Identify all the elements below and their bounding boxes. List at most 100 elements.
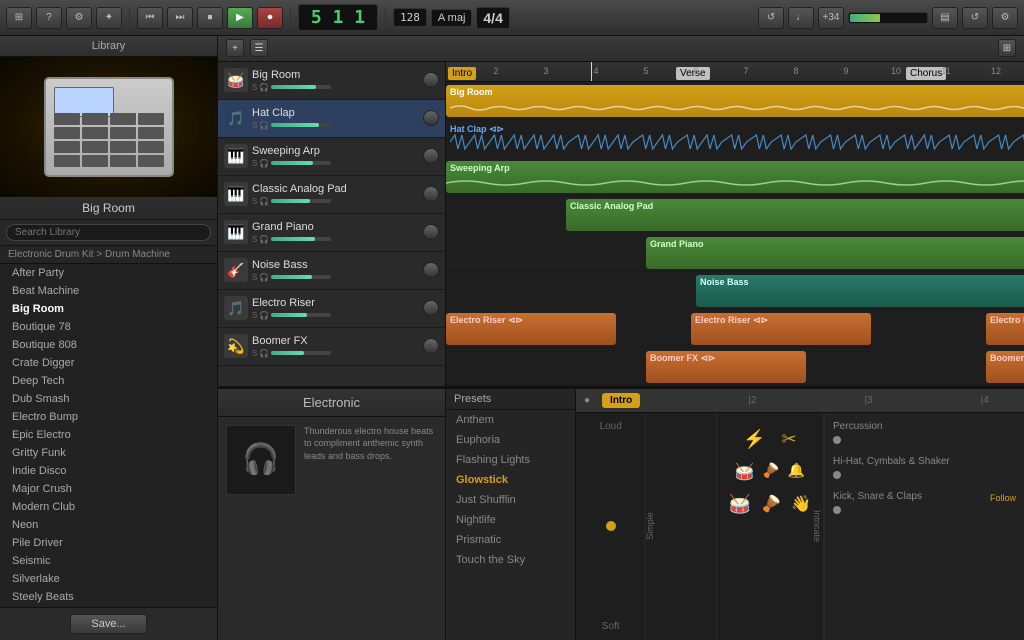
library-item[interactable]: Deep Tech xyxy=(0,372,217,390)
library-item[interactable]: Modern Club xyxy=(0,498,217,516)
track-headphone-icon-3[interactable]: 🎧 xyxy=(259,159,269,168)
arr-clip-electroriser-3[interactable]: Electro Riser ⊲⊳ xyxy=(986,313,1024,345)
track-row-noisebass[interactable]: 🎸 Noise Bass S 🎧 xyxy=(218,252,445,290)
beat-icon-maraca[interactable]: 🪘 xyxy=(762,462,779,482)
track-headphone-icon[interactable]: 🎧 xyxy=(259,83,269,92)
track-fader-electroriser[interactable] xyxy=(271,313,331,317)
arr-clip-sweepingarp-main[interactable]: Sweeping Arp xyxy=(446,161,1024,193)
stop-btn[interactable]: ⏹ xyxy=(197,7,223,29)
library-item[interactable]: Major Crush xyxy=(0,480,217,498)
library-item[interactable]: Steely Beats xyxy=(0,588,217,606)
arr-clip-electroriser-1[interactable]: Electro Riser ⊲⊳ xyxy=(446,313,616,345)
record-btn[interactable]: ⏺ xyxy=(257,7,283,29)
arr-clip-hatclap-main[interactable] xyxy=(446,123,1024,155)
library-item[interactable]: Neon xyxy=(0,516,217,534)
arr-clip-bigroom-main[interactable]: Big Room xyxy=(446,85,1024,117)
track-mute-icon-8[interactable]: S xyxy=(252,349,257,358)
track-knob-noisebass[interactable] xyxy=(423,262,439,278)
track-mute-icon[interactable]: S xyxy=(252,83,257,92)
library-item[interactable]: Indie Disco xyxy=(0,462,217,480)
plugin-btn[interactable]: ⚙ xyxy=(992,7,1018,29)
track-row-grandpiano[interactable]: 🎹 Grand Piano S 🎧 xyxy=(218,214,445,252)
track-options-btn[interactable]: ☰ xyxy=(250,39,268,57)
preset-prismatic[interactable]: Prismatic xyxy=(446,530,575,550)
track-knob-boomerfx[interactable] xyxy=(423,338,439,354)
track-knob-hatclap[interactable] xyxy=(423,110,439,126)
library-item[interactable]: Dub Smash xyxy=(0,390,217,408)
arr-clip-noisebass-main[interactable]: Noise Bass xyxy=(696,275,1024,307)
track-fader-sweepingarp[interactable] xyxy=(271,161,331,165)
library-item[interactable]: Seismic xyxy=(0,552,217,570)
key-display[interactable]: A maj xyxy=(431,9,473,27)
library-item[interactable]: Boutique 78 xyxy=(0,318,217,336)
rewind-btn[interactable]: ⏮ xyxy=(137,7,163,29)
toolbar-help-btn[interactable]: ? xyxy=(36,7,62,29)
track-headphone-icon-8[interactable]: 🎧 xyxy=(259,349,269,358)
arr-clip-electroriser-2[interactable]: Electro Riser ⊲⊳ xyxy=(691,313,871,345)
track-mute-icon-5[interactable]: S xyxy=(252,235,257,244)
library-item[interactable]: Epic Electro xyxy=(0,426,217,444)
track-fader-noisebass[interactable] xyxy=(271,275,331,279)
track-fader-bigroom[interactable] xyxy=(271,85,331,89)
track-row-hatclap[interactable]: 🎵 Hat Clap S 🎧 xyxy=(218,100,445,138)
beat-icon-lightning[interactable]: ⚡ xyxy=(743,429,765,450)
metronome-btn[interactable]: ♩ xyxy=(788,7,814,29)
track-headphone-icon-2[interactable]: 🎧 xyxy=(259,121,269,130)
beat-icon-bell[interactable]: 🔔 xyxy=(788,462,805,482)
time-sig-display[interactable]: 4/4 xyxy=(476,7,509,29)
track-headphone-icon-7[interactable]: 🎧 xyxy=(259,311,269,320)
library-item[interactable]: Boutique 808 xyxy=(0,336,217,354)
beat-icon-drum1[interactable]: 🥁 xyxy=(734,462,754,482)
library-item[interactable]: Silverlake xyxy=(0,570,217,588)
library-item-bigroom[interactable]: Big Room xyxy=(0,300,217,318)
bpm-display[interactable]: 128 xyxy=(393,8,427,27)
track-mute-icon-2[interactable]: S xyxy=(252,121,257,130)
beat-icon-snare[interactable]: 🪘 xyxy=(761,494,781,515)
search-input[interactable] xyxy=(6,224,211,241)
cycle-btn[interactable]: ↺ xyxy=(758,7,784,29)
play-btn[interactable]: ▶ xyxy=(227,7,253,29)
undo-btn[interactable]: ↺ xyxy=(962,7,988,29)
preset-touchthesky[interactable]: Touch the Sky xyxy=(446,550,575,570)
track-knob-sweepingarp[interactable] xyxy=(423,148,439,164)
beat-icon-scissors[interactable]: ✂ xyxy=(782,429,797,450)
track-knob-grandpiano[interactable] xyxy=(423,224,439,240)
track-row-analogpad[interactable]: 🎹 Classic Analog Pad S 🎧 xyxy=(218,176,445,214)
track-headphone-icon-5[interactable]: 🎧 xyxy=(259,235,269,244)
toolbar-smartcontrols-btn[interactable]: ✦ xyxy=(96,7,122,29)
track-fader-boomerfx[interactable] xyxy=(271,351,331,355)
master-btn[interactable]: ▤ xyxy=(932,7,958,29)
arr-clip-grandpiano-main[interactable]: Grand Piano xyxy=(646,237,1024,269)
fastforward-btn[interactable]: ⏭ xyxy=(167,7,193,29)
preset-nightlife[interactable]: Nightlife xyxy=(446,510,575,530)
track-mute-icon-4[interactable]: S xyxy=(252,197,257,206)
track-knob-analogpad[interactable] xyxy=(423,186,439,202)
beat-icon-clap[interactable]: 👋 xyxy=(791,494,811,515)
track-row-electroriser[interactable]: 🎵 Electro Riser S 🎧 xyxy=(218,290,445,328)
track-headphone-icon-6[interactable]: 🎧 xyxy=(259,273,269,282)
arr-clip-boomerfx-1[interactable]: Boomer FX ⊲⊳ xyxy=(646,351,806,383)
library-item[interactable]: Gritty Funk xyxy=(0,444,217,462)
add-track-btn[interactable]: + xyxy=(226,39,244,57)
track-fader-analogpad[interactable] xyxy=(271,199,331,203)
beat-icon-kick[interactable]: 🥁 xyxy=(729,494,751,515)
save-button[interactable]: Save... xyxy=(70,614,146,634)
preset-euphoria[interactable]: Euphoria xyxy=(446,430,575,450)
count-btn[interactable]: +34 xyxy=(818,7,844,29)
track-row-boomerfx[interactable]: 💫 Boomer FX S 🎧 xyxy=(218,328,445,366)
arr-clip-analogpad-main[interactable]: Classic Analog Pad xyxy=(566,199,1024,231)
preset-justshufflin[interactable]: Just Shufflin xyxy=(446,490,575,510)
preset-anthem[interactable]: Anthem xyxy=(446,410,575,430)
preset-glowstick[interactable]: Glowstick xyxy=(446,470,575,490)
preset-flashinglights[interactable]: Flashing Lights xyxy=(446,450,575,470)
arr-clip-boomerfx-2[interactable]: Boomer FX ⊲⊳ xyxy=(986,351,1024,383)
track-row-sweepingarp[interactable]: 🎹 Sweeping Arp S 🎧 xyxy=(218,138,445,176)
track-fader-grandpiano[interactable] xyxy=(271,237,331,241)
library-item[interactable]: Beat Machine xyxy=(0,282,217,300)
track-row-bigroom[interactable]: 🥁 Big Room S 🎧 xyxy=(218,62,445,100)
library-item[interactable]: Pile Driver xyxy=(0,534,217,552)
library-item[interactable]: After Party xyxy=(0,264,217,282)
track-mute-icon-3[interactable]: S xyxy=(252,159,257,168)
track-fader-hatclap[interactable] xyxy=(271,123,331,127)
toolbar-settings-btn[interactable]: ⚙ xyxy=(66,7,92,29)
